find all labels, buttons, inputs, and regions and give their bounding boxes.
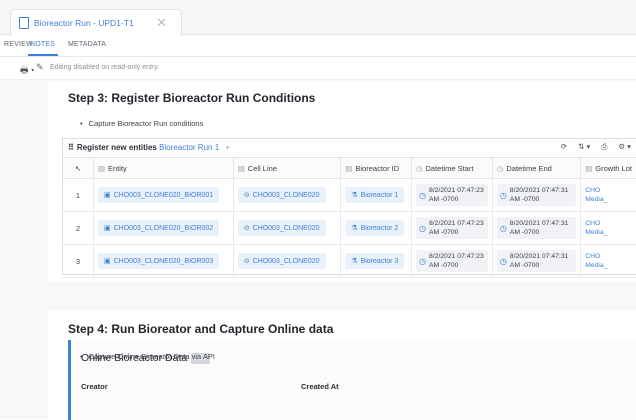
column-datetime-start[interactable]: ◷ Datetime Start — [411, 158, 493, 179]
pencil-icon: ✎ — [36, 62, 44, 72]
select-all-icon[interactable]: ↖ — [63, 158, 94, 179]
bioreactor-chip[interactable]: ⚗ Bioreactor 2 — [345, 220, 405, 236]
datetime-end: ◷ 8/20/2021 07:47:31 AM -0700 — [496, 250, 577, 272]
close-icon[interactable]: ✕ — [156, 15, 167, 31]
sub-navigation: REVIEW NOTES METADATA — [0, 34, 636, 57]
readonly-message: Editing disabled on read-only entry. — [50, 64, 160, 71]
sort-icon[interactable]: ⇅ ▾ — [578, 142, 590, 151]
settings-icon[interactable]: ⚙ ▾ — [618, 142, 631, 151]
entity-chip[interactable]: ▣ CHO003_CLONE020_BIOR001 — [97, 187, 220, 203]
grid-icon: ⠿ — [68, 143, 74, 152]
column-datetime-end[interactable]: ◷ Datetime End — [492, 158, 582, 179]
table-toolbar: ⟳ ⇅ ▾ ⎙ ⚙ ▾ — [552, 142, 631, 152]
tab-review[interactable]: REVIEW — [4, 41, 33, 48]
tab-title: Bioreactor Run - UPD1-T1 — [34, 17, 134, 28]
export-icon[interactable]: ⎙ — [601, 142, 607, 152]
entry-tab[interactable]: Bioreactor Run - UPD1-T1 ✕ — [10, 9, 182, 35]
bioreactor-chip[interactable]: ⚗ Bioreactor 3 — [345, 253, 405, 269]
growth-lot-link[interactable]: CHO Media_ — [585, 252, 632, 270]
growth-lot-link[interactable]: CHO Media_ — [585, 186, 632, 204]
datetime-start: ◷ 8/2/2021 07:47:23 AM -0700 — [415, 184, 488, 206]
document-icon — [19, 16, 29, 29]
table-row[interactable]: 2 ▣ CHO003_CLONE020_BIOR002 ⊝ CHO003_CLONE… — [63, 211, 636, 245]
refresh-icon[interactable]: ⟳ — [561, 142, 567, 151]
entity-chip[interactable]: ▣ CHO003_CLONE020_BIOR002 — [97, 220, 220, 236]
tab-bar: Bioreactor Run - UPD1-T1 ✕ — [0, 0, 636, 35]
datetime-start: ◷ 8/2/2021 07:47:23 AM -0700 — [415, 250, 488, 272]
bioreactor-chip[interactable]: ⚗ Bioreactor 1 — [345, 187, 405, 203]
cell-line-chip[interactable]: ⊝ CHO003_CLONE020 — [237, 220, 326, 236]
table-row[interactable]: 1 ▣ CHO003_CLONE020_BIOR001 ⊝ CHO003_CLONE… — [63, 178, 636, 212]
entity-chip[interactable]: ▣ CHO003_CLONE020_BIOR003 — [97, 253, 220, 269]
column-cell-line[interactable]: ▤ Cell Line — [233, 158, 342, 179]
register-label: ⠿ Register new entities Bioreactor Run 1 … — [68, 143, 231, 152]
table-header-bar: ⠿ Register new entities Bioreactor Run 1 … — [63, 139, 636, 158]
column-entity[interactable]: ▤ Entity — [93, 158, 234, 179]
active-tab-indicator — [28, 54, 58, 56]
column-header-row: ↖ ▤ Entity ▤ Cell Line ▤ Bioreactor ID ◷ Dat… — [63, 158, 636, 179]
step3-bullet: Capture Bioreactor Run conditions — [80, 119, 204, 128]
print-icon[interactable]: 🖶 ▾ — [20, 63, 34, 79]
tab-notes[interactable]: NOTES — [30, 41, 55, 48]
step3-title: Step 3: Register Bioreactor Run Conditio… — [68, 91, 316, 105]
row-number: 3 — [63, 244, 94, 278]
entity-schema-link[interactable]: Bioreactor Run 1 — [159, 143, 219, 152]
cell-line-chip[interactable]: ⊝ CHO003_CLONE020 — [237, 187, 326, 203]
entity-table: ⠿ Register new entities Bioreactor Run 1 … — [62, 138, 636, 278]
column-bioreactor-id[interactable]: ▤ Bioreactor ID — [340, 158, 412, 179]
created-at-label: Created At — [301, 382, 339, 391]
row-number: 2 — [63, 211, 94, 245]
entity-grid: ↖ ▤ Entity ▤ Cell Line ▤ Bioreactor ID ◷ Dat… — [63, 158, 636, 278]
info-bar: 🖶 ▾ ✎ Editing disabled on read-only entr… — [0, 57, 636, 80]
tab-metadata[interactable]: METADATA — [68, 41, 106, 48]
row-number: 1 — [63, 178, 94, 212]
growth-lot-link[interactable]: CHO Media_ — [585, 219, 632, 237]
datetime-end: ◷ 8/20/2021 07:47:31 AM -0700 — [496, 184, 577, 206]
datetime-start: ◷ 8/2/2021 07:47:23 AM -0700 — [415, 217, 488, 239]
add-icon[interactable]: + — [225, 143, 230, 152]
table-row[interactable]: 3 ▣ CHO003_CLONE020_BIOR003 ⊝ CHO003_CLONE… — [63, 244, 636, 278]
step4-bullet: Capture Online Bioreator Data via API — [80, 352, 215, 361]
cell-line-chip[interactable]: ⊝ CHO003_CLONE020 — [237, 253, 326, 269]
datetime-end: ◷ 8/20/2021 07:47:31 AM -0700 — [496, 217, 577, 239]
column-growth-lot[interactable]: ▤ Growth Lot — [580, 158, 636, 179]
creator-label: Creator — [81, 382, 108, 391]
step4-title: Step 4: Run Bioreator and Capture Online… — [68, 322, 334, 336]
